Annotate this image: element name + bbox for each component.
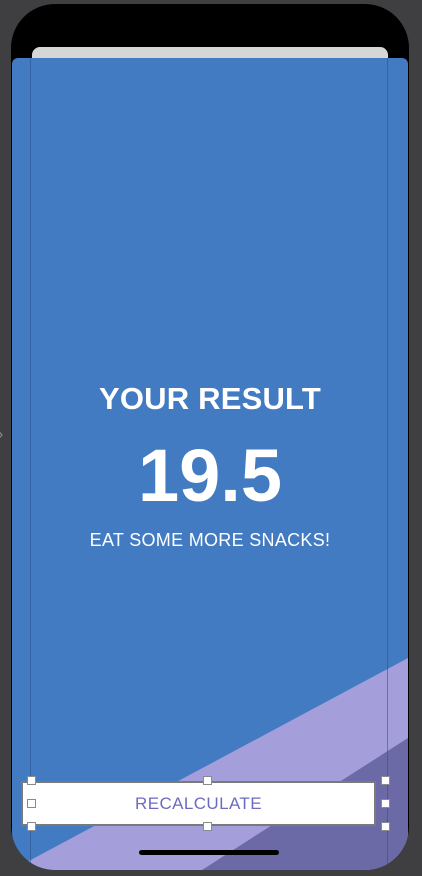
resize-handle-top-right[interactable] xyxy=(381,776,390,785)
result-screen: YOUR RESULT 19.5 EAT SOME MORE SNACKS! xyxy=(12,58,408,870)
recalculate-label: RECALCULATE xyxy=(135,793,262,813)
resize-handle-bottom-right[interactable] xyxy=(381,822,390,831)
bmi-value: 19.5 xyxy=(137,434,283,517)
result-title: YOUR RESULT xyxy=(98,381,322,416)
resize-handle-top-left[interactable] xyxy=(27,776,36,785)
resize-handle-bottom-left[interactable] xyxy=(27,822,36,831)
home-indicator xyxy=(139,850,279,855)
resize-handle-middle-right[interactable] xyxy=(381,799,390,808)
resize-handle-middle-left[interactable] xyxy=(27,799,36,808)
resize-handle-bottom-center[interactable] xyxy=(203,822,212,831)
chevron-right-icon: › xyxy=(0,426,3,444)
advice-text: EAT SOME MORE SNACKS! xyxy=(89,530,331,550)
results-group: YOUR RESULT 19.5 EAT SOME MORE SNACKS! xyxy=(12,380,408,552)
recalculate-button[interactable]: RECALCULATE xyxy=(21,781,376,826)
resize-handle-top-center[interactable] xyxy=(203,776,212,785)
storyboard-canvas: › YOUR RESULT 19.5 EAT SOME MORE SNACKS!… xyxy=(0,0,422,876)
phone-frame: YOUR RESULT 19.5 EAT SOME MORE SNACKS! xyxy=(11,4,409,870)
